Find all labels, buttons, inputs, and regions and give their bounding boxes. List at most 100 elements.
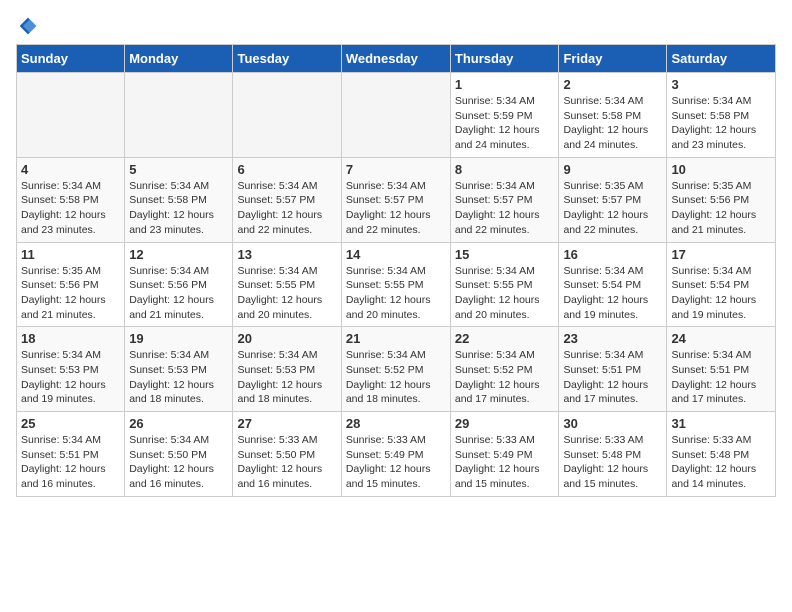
- calendar-week-2: 4Sunrise: 5:34 AMSunset: 5:58 PMDaylight…: [17, 157, 776, 242]
- sunset-text: Sunset: 5:58 PM: [671, 110, 749, 122]
- calendar-cell-26: 26 Sunrise: 5:34 AM Sunset: 5:50 PM Dayligh…: [125, 412, 233, 497]
- daylight-hours-text: Daylight: 12 hours: [671, 379, 756, 391]
- daylight-hours-text: Daylight: 12 hours: [671, 463, 756, 475]
- calendar-week-3: 11Sunrise: 5:35 AMSunset: 5:56 PMDayligh…: [17, 242, 776, 327]
- sunrise-text: Sunrise: 5:34 AM: [455, 265, 535, 277]
- daylight-minutes-text: and 15 minutes.: [563, 478, 638, 490]
- sunrise-text: Sunrise: 5:33 AM: [346, 434, 426, 446]
- calendar-cell-empty: [17, 73, 125, 158]
- day-number: 26: [129, 416, 228, 431]
- day-number: 21: [346, 331, 446, 346]
- sunrise-text: Sunrise: 5:35 AM: [21, 265, 101, 277]
- daylight-minutes-text: and 21 minutes.: [671, 224, 746, 236]
- sunrise-text: Sunrise: 5:34 AM: [563, 349, 643, 361]
- day-info: Sunrise: 5:34 AMSunset: 5:56 PMDaylight:…: [129, 264, 228, 323]
- sunset-text: Sunset: 5:58 PM: [129, 194, 207, 206]
- day-number: 5: [129, 162, 228, 177]
- weekday-header-monday: Monday: [125, 45, 233, 73]
- daylight-hours-text: Daylight: 12 hours: [21, 209, 106, 221]
- calendar-cell-empty: [341, 73, 450, 158]
- sunrise-text: Sunrise: 5:34 AM: [237, 180, 317, 192]
- day-info: Sunrise: 5:34 AMSunset: 5:54 PMDaylight:…: [671, 264, 771, 323]
- day-number: 14: [346, 247, 446, 262]
- day-number: 12: [129, 247, 228, 262]
- daylight-hours-text: Daylight: 12 hours: [129, 463, 214, 475]
- sunset-text: Sunset: 5:56 PM: [129, 279, 207, 291]
- day-number: 13: [237, 247, 336, 262]
- daylight-hours-text: Daylight: 12 hours: [455, 209, 540, 221]
- weekday-header-wednesday: Wednesday: [341, 45, 450, 73]
- daylight-minutes-text: and 20 minutes.: [455, 309, 530, 321]
- daylight-minutes-text: and 24 minutes.: [455, 139, 530, 151]
- daylight-minutes-text: and 18 minutes.: [129, 393, 204, 405]
- calendar-cell-15: 15Sunrise: 5:34 AMSunset: 5:55 PMDayligh…: [450, 242, 559, 327]
- sunrise-text: Sunrise: 5:34 AM: [129, 265, 209, 277]
- sunset-text: Sunset: 5:49 PM: [455, 449, 533, 461]
- sunset-text: Sunset: 5:51 PM: [671, 364, 749, 376]
- daylight-hours-text: Daylight: 12 hours: [671, 294, 756, 306]
- daylight-hours-text: Daylight: 12 hours: [346, 379, 431, 391]
- daylight-hours-text: Daylight: 12 hours: [21, 294, 106, 306]
- daylight-hours-text: Daylight: 12 hours: [671, 209, 756, 221]
- daylight-minutes-text: and 15 minutes.: [346, 478, 421, 490]
- sunrise-text: Sunrise: 5:34 AM: [129, 180, 209, 192]
- sunrise-text: Sunrise: 5:34 AM: [563, 265, 643, 277]
- daylight-minutes-text: and 21 minutes.: [21, 309, 96, 321]
- daylight-minutes-text: and 16 minutes.: [129, 478, 204, 490]
- sunset-text: Sunset: 5:55 PM: [455, 279, 533, 291]
- calendar-cell-29: 29Sunrise: 5:33 AMSunset: 5:49 PMDayligh…: [450, 412, 559, 497]
- day-info: Sunrise: 5:34 AMSunset: 5:55 PMDaylight:…: [237, 264, 336, 323]
- day-info: Sunrise: 5:33 AMSunset: 5:48 PMDaylight:…: [563, 433, 662, 492]
- calendar-cell-27: 27Sunrise: 5:33 AMSunset: 5:50 PMDayligh…: [233, 412, 341, 497]
- daylight-hours-text: Daylight: 12 hours: [563, 124, 648, 136]
- day-number: 29: [455, 416, 555, 431]
- sunset-text: Sunset: 5:58 PM: [21, 194, 99, 206]
- calendar-cell-8: 8Sunrise: 5:34 AMSunset: 5:57 PMDaylight…: [450, 157, 559, 242]
- sunset-text: Sunset: 5:53 PM: [237, 364, 315, 376]
- daylight-hours-text: Daylight: 12 hours: [237, 379, 322, 391]
- daylight-hours-text: Daylight: 12 hours: [129, 379, 214, 391]
- daylight-hours-text: Daylight: 12 hours: [21, 379, 106, 391]
- calendar-cell-16: 16Sunrise: 5:34 AMSunset: 5:54 PMDayligh…: [559, 242, 667, 327]
- day-number: 15: [455, 247, 555, 262]
- calendar-cell-19: 19Sunrise: 5:34 AMSunset: 5:53 PMDayligh…: [125, 327, 233, 412]
- day-info: Sunrise: 5:33 AMSunset: 5:50 PMDaylight:…: [237, 433, 336, 492]
- page-header: [16, 16, 776, 36]
- daylight-hours-text: Daylight: 12 hours: [346, 463, 431, 475]
- day-number: 1: [455, 77, 555, 92]
- sunrise-text: Sunrise: 5:34 AM: [21, 434, 101, 446]
- daylight-minutes-text: and 22 minutes.: [563, 224, 638, 236]
- sunrise-text: Sunrise: 5:34 AM: [237, 265, 317, 277]
- calendar-cell-13: 13 Sunrise: 5:34 AMSunset: 5:55 PMDayligh…: [233, 242, 341, 327]
- daylight-minutes-text: and 24 minutes.: [563, 139, 638, 151]
- calendar-week-4: 18 Sunrise: 5:34 AM Sunset: 5:53 PM Dayligh…: [17, 327, 776, 412]
- calendar-cell-9: 9Sunrise: 5:35 AMSunset: 5:57 PMDaylight…: [559, 157, 667, 242]
- sunrise-text: Sunrise: 5:34 AM: [455, 95, 535, 107]
- calendar-cell-6: 6 Sunrise: 5:34 AMSunset: 5:57 PMDaylight…: [233, 157, 341, 242]
- day-number: 6: [237, 162, 336, 177]
- day-info: Sunrise: 5:34 AMSunset: 5:57 PMDaylight:…: [346, 179, 446, 238]
- day-number: 2: [563, 77, 662, 92]
- sunrise-text: Sunrise: 5:34 AM: [129, 434, 209, 446]
- weekday-header-sunday: Sunday: [17, 45, 125, 73]
- daylight-minutes-text: and 22 minutes.: [346, 224, 421, 236]
- sunrise-text: Sunrise: 5:33 AM: [237, 434, 317, 446]
- daylight-minutes-text: and 22 minutes.: [455, 224, 530, 236]
- daylight-minutes-text: and 18 minutes.: [346, 393, 421, 405]
- day-number: 18: [21, 331, 120, 346]
- day-info: Sunrise: 5:34 AMSunset: 5:57 PMDaylight:…: [455, 179, 555, 238]
- daylight-minutes-text: and 16 minutes.: [21, 478, 96, 490]
- sunset-text: Sunset: 5:50 PM: [129, 449, 207, 461]
- sunset-text: Sunset: 5:58 PM: [563, 110, 641, 122]
- day-info: Sunrise: 5:34 AMSunset: 5:57 PMDaylight:…: [237, 179, 336, 238]
- sunset-text: Sunset: 5:52 PM: [455, 364, 533, 376]
- daylight-hours-text: Daylight: 12 hours: [129, 209, 214, 221]
- sunrise-text: Sunrise: 5:34 AM: [129, 349, 209, 361]
- calendar-cell-18: 18Sunrise: 5:34 AMSunset: 5:53 PMDayligh…: [17, 327, 125, 412]
- day-info: Sunrise: 5:34 AMSunset: 5:52 PMDaylight:…: [455, 348, 555, 407]
- sunrise-text: Sunrise: 5:34 AM: [563, 95, 643, 107]
- daylight-hours-text: Daylight: 12 hours: [563, 294, 648, 306]
- sunset-text: Sunset: 5:53 PM: [129, 364, 207, 376]
- daylight-hours-text: Daylight: 12 hours: [346, 294, 431, 306]
- daylight-hours-text: Daylight: 12 hours: [563, 209, 648, 221]
